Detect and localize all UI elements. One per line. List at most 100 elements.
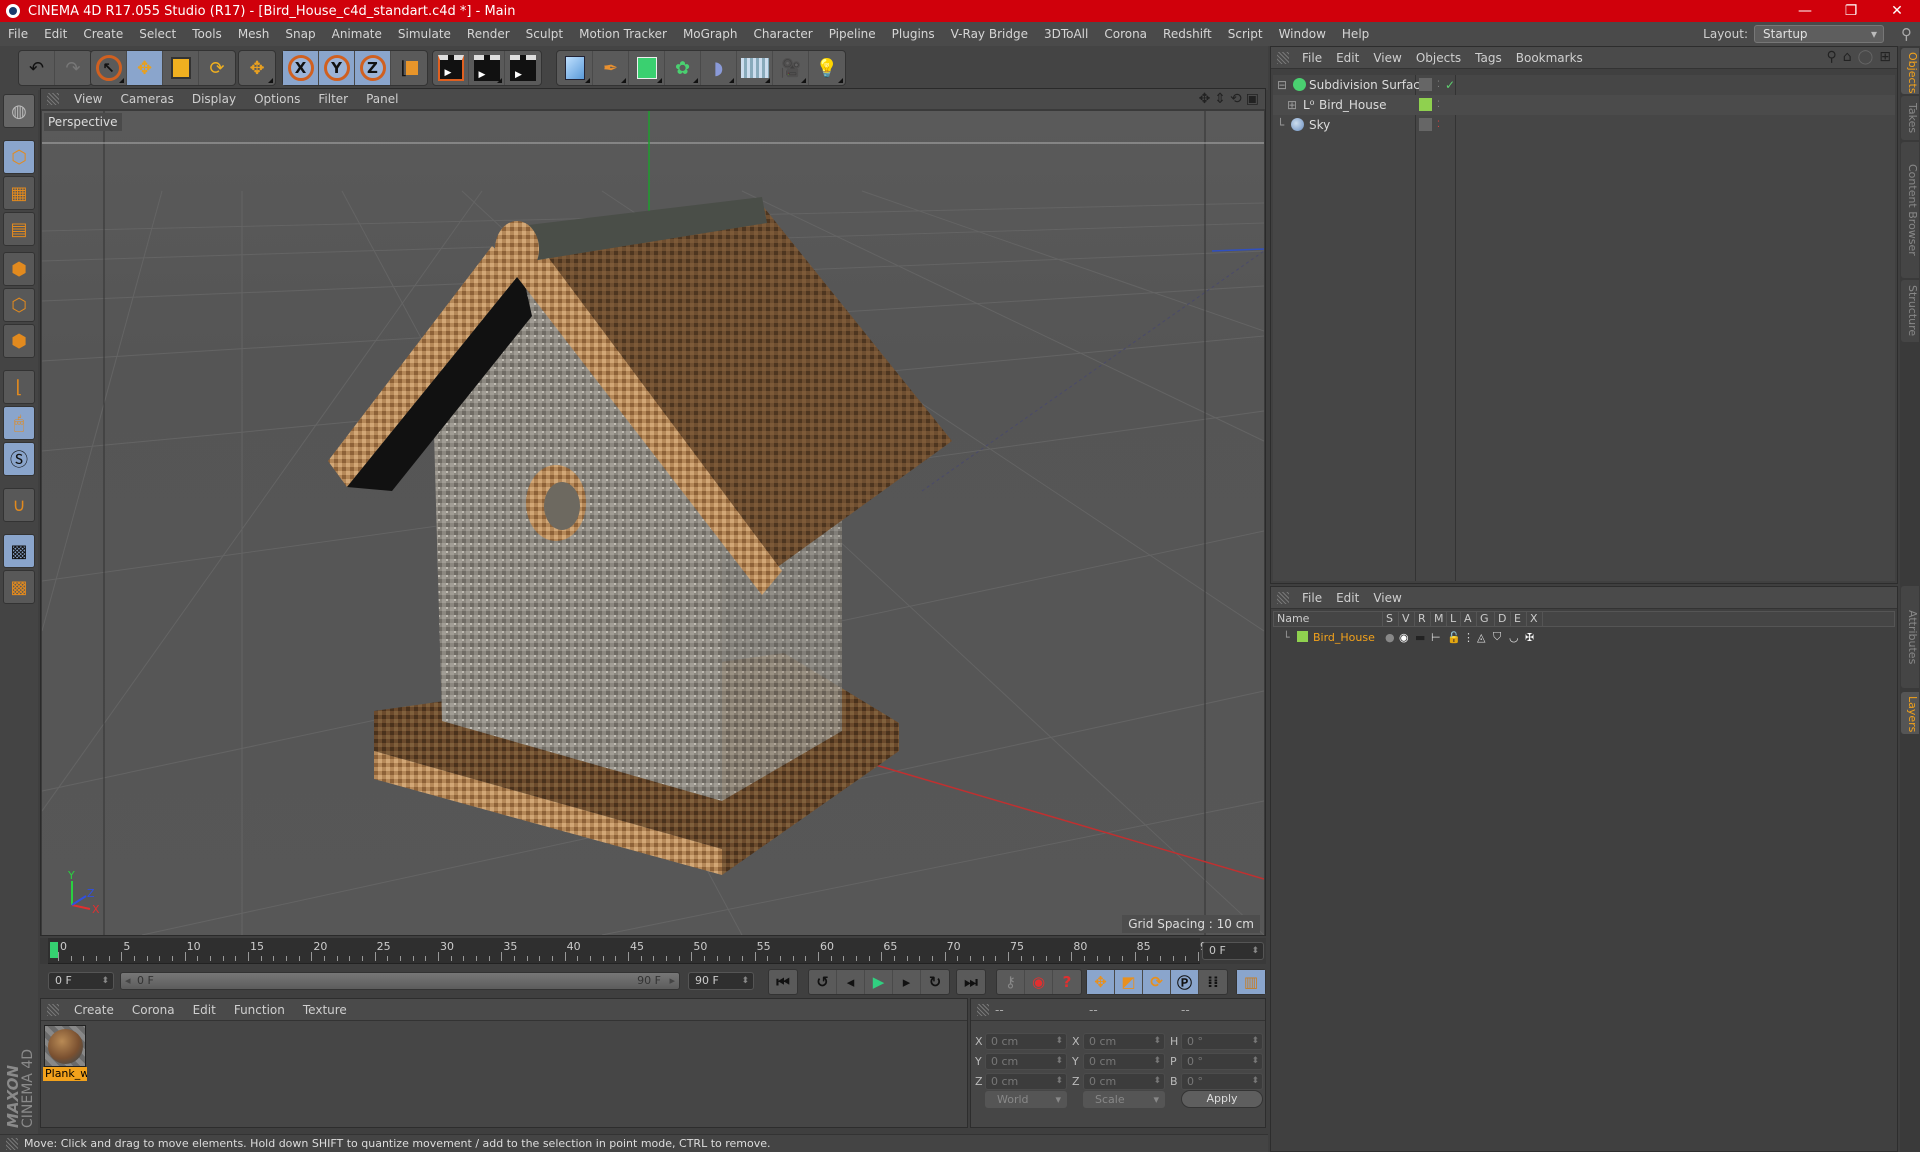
menu-mesh[interactable]: Mesh bbox=[230, 27, 278, 41]
pos-y-field[interactable]: 0 cm bbox=[985, 1053, 1067, 1070]
layer-menu-file[interactable]: File bbox=[1295, 591, 1329, 605]
grip-handle[interactable] bbox=[47, 93, 59, 105]
workplane-icon[interactable]: ▤ bbox=[3, 212, 35, 246]
tab-layers[interactable]: Layers bbox=[1901, 692, 1919, 734]
axis-mode-icon[interactable]: ⌊ bbox=[3, 370, 35, 404]
column-render[interactable]: R bbox=[1414, 612, 1426, 626]
live-selection-icon[interactable]: ↖ bbox=[91, 51, 127, 85]
points-mode-icon[interactable]: ⬢ bbox=[3, 252, 35, 286]
material-menu-create[interactable]: Create bbox=[65, 1003, 123, 1017]
pen-spline-icon[interactable]: ✒ bbox=[593, 51, 629, 85]
layer-swatch[interactable] bbox=[1419, 118, 1432, 131]
floor-icon[interactable] bbox=[737, 51, 773, 85]
rot-b-field[interactable]: 0 ° bbox=[1181, 1073, 1263, 1090]
menu-help[interactable]: Help bbox=[1334, 27, 1377, 41]
layer-menu-edit[interactable]: Edit bbox=[1329, 591, 1366, 605]
start-frame-field[interactable]: 0 F ⬍ bbox=[48, 972, 114, 990]
end-frame-field[interactable]: 90 F ⬍ bbox=[688, 972, 754, 990]
object-menu-edit[interactable]: Edit bbox=[1329, 51, 1366, 65]
menu-redshift[interactable]: Redshift bbox=[1155, 27, 1220, 41]
minimize-button[interactable]: — bbox=[1782, 0, 1828, 22]
object-menu-view[interactable]: View bbox=[1366, 51, 1408, 65]
current-frame-field[interactable]: 0 F ⬍ bbox=[1202, 942, 1264, 960]
move-icon[interactable]: ✥ bbox=[127, 51, 163, 85]
menu-script[interactable]: Script bbox=[1220, 27, 1271, 41]
menu-character[interactable]: Character bbox=[745, 27, 820, 41]
rotate-icon[interactable]: ⟳ bbox=[199, 51, 235, 85]
camera-label[interactable]: Perspective bbox=[44, 113, 122, 131]
object-menu-objects[interactable]: Objects bbox=[1409, 51, 1468, 65]
pos-z-field[interactable]: 0 cm bbox=[985, 1073, 1067, 1090]
column-solo[interactable]: S bbox=[1382, 612, 1393, 626]
expand-icon[interactable]: ⊞ bbox=[1287, 98, 1297, 112]
pos-x-field[interactable]: 0 cm bbox=[985, 1033, 1067, 1050]
tweak-mode-icon[interactable]: 🖱 bbox=[3, 406, 35, 440]
light-icon[interactable]: 💡 bbox=[809, 51, 845, 85]
render-settings-icon[interactable] bbox=[505, 51, 541, 85]
go-to-end-icon[interactable]: ⏭ bbox=[957, 970, 985, 994]
layer-menu-view[interactable]: View bbox=[1366, 591, 1408, 605]
column-xref[interactable]: X bbox=[1526, 612, 1543, 626]
visibility-dots-icon[interactable]: ⁚ bbox=[1437, 120, 1440, 130]
snap-icon[interactable]: Ⓢ bbox=[3, 442, 35, 476]
solo-icon[interactable]: ● bbox=[1385, 631, 1395, 644]
undo-icon[interactable]: ↶ bbox=[19, 51, 55, 85]
rot-h-field[interactable]: 0 ° bbox=[1181, 1033, 1263, 1050]
menu-motion-tracker[interactable]: Motion Tracker bbox=[571, 27, 675, 41]
key-scale-icon[interactable]: ◩ bbox=[1115, 970, 1143, 994]
layer-swatch[interactable] bbox=[1419, 98, 1432, 111]
object-row-sky[interactable]: └ Sky ⁚ bbox=[1273, 115, 1895, 135]
menu-plugins[interactable]: Plugins bbox=[884, 27, 943, 41]
range-right-arrow-icon[interactable]: ▸ bbox=[669, 973, 675, 989]
subdivision-icon[interactable] bbox=[629, 51, 665, 85]
collapse-icon[interactable]: ⊟ bbox=[1277, 78, 1287, 92]
column-locked[interactable]: L bbox=[1446, 612, 1456, 626]
model-mode-icon[interactable]: ⬡ bbox=[3, 140, 35, 174]
maximize-view-icon[interactable]: ▣ bbox=[1246, 91, 1259, 107]
z-axis-icon[interactable]: Z bbox=[355, 51, 391, 85]
column-deformers[interactable]: D bbox=[1494, 612, 1506, 626]
column-manager[interactable]: M bbox=[1430, 612, 1444, 626]
render-view-icon[interactable] bbox=[433, 51, 469, 85]
cube-icon[interactable] bbox=[557, 51, 593, 85]
previous-frame-icon[interactable]: ◂ bbox=[837, 970, 865, 994]
menu-file[interactable]: File bbox=[0, 27, 36, 41]
close-button[interactable]: ✕ bbox=[1874, 0, 1920, 22]
locked-workplane-icon[interactable]: ▩ bbox=[3, 534, 35, 568]
planar-workplane-icon[interactable]: ▩ bbox=[3, 570, 35, 604]
menu-simulate[interactable]: Simulate bbox=[390, 27, 459, 41]
maximize-button[interactable]: ❐ bbox=[1828, 0, 1874, 22]
frame-range-slider[interactable]: ◂ 0 F 90 F ▸ bbox=[120, 972, 680, 990]
world-coordinates-icon[interactable]: ⌊ bbox=[391, 51, 427, 85]
autokey-icon[interactable]: ◉ bbox=[1025, 970, 1053, 994]
dolly-icon[interactable]: ⇕ bbox=[1214, 91, 1226, 107]
material-menu-function[interactable]: Function bbox=[225, 1003, 294, 1017]
key-parameter-icon[interactable]: Ⓟ bbox=[1171, 970, 1199, 994]
key-position-icon[interactable]: ✥ bbox=[1087, 970, 1115, 994]
size-z-field[interactable]: 0 cm bbox=[1083, 1073, 1165, 1090]
previous-key-icon[interactable]: ↺ bbox=[809, 970, 837, 994]
next-key-icon[interactable]: ↻ bbox=[921, 970, 949, 994]
apply-button[interactable]: Apply bbox=[1181, 1090, 1263, 1108]
grip-handle[interactable] bbox=[977, 1003, 989, 1016]
scale-icon[interactable] bbox=[163, 51, 199, 85]
redo-icon[interactable]: ↷ bbox=[55, 51, 91, 85]
object-menu-bookmarks[interactable]: Bookmarks bbox=[1509, 51, 1590, 65]
layout-dropdown[interactable]: Startup bbox=[1754, 25, 1884, 43]
visibility-dots-icon[interactable]: ⁚ bbox=[1437, 100, 1440, 110]
texture-mode-icon[interactable]: ▦ bbox=[3, 176, 35, 210]
menu-create[interactable]: Create bbox=[75, 27, 131, 41]
menu-corona[interactable]: Corona bbox=[1096, 27, 1155, 41]
object-menu-tags[interactable]: Tags bbox=[1468, 51, 1509, 65]
viewport-menu-display[interactable]: Display bbox=[183, 92, 245, 106]
object-menu-file[interactable]: File bbox=[1295, 51, 1329, 65]
expression-cup-icon[interactable]: ◡ bbox=[1509, 631, 1519, 644]
manager-tree-icon[interactable]: ⊢ bbox=[1431, 631, 1441, 644]
grip-handle[interactable] bbox=[47, 1003, 59, 1016]
menu-3dtoall[interactable]: 3DToAll bbox=[1036, 27, 1096, 41]
deformer-icon[interactable]: ◗ bbox=[701, 51, 737, 85]
grip-handle[interactable] bbox=[1277, 591, 1289, 604]
menu-select[interactable]: Select bbox=[131, 27, 184, 41]
polygons-mode-icon[interactable]: ⬢ bbox=[3, 324, 35, 358]
grip-handle[interactable] bbox=[1277, 51, 1289, 64]
